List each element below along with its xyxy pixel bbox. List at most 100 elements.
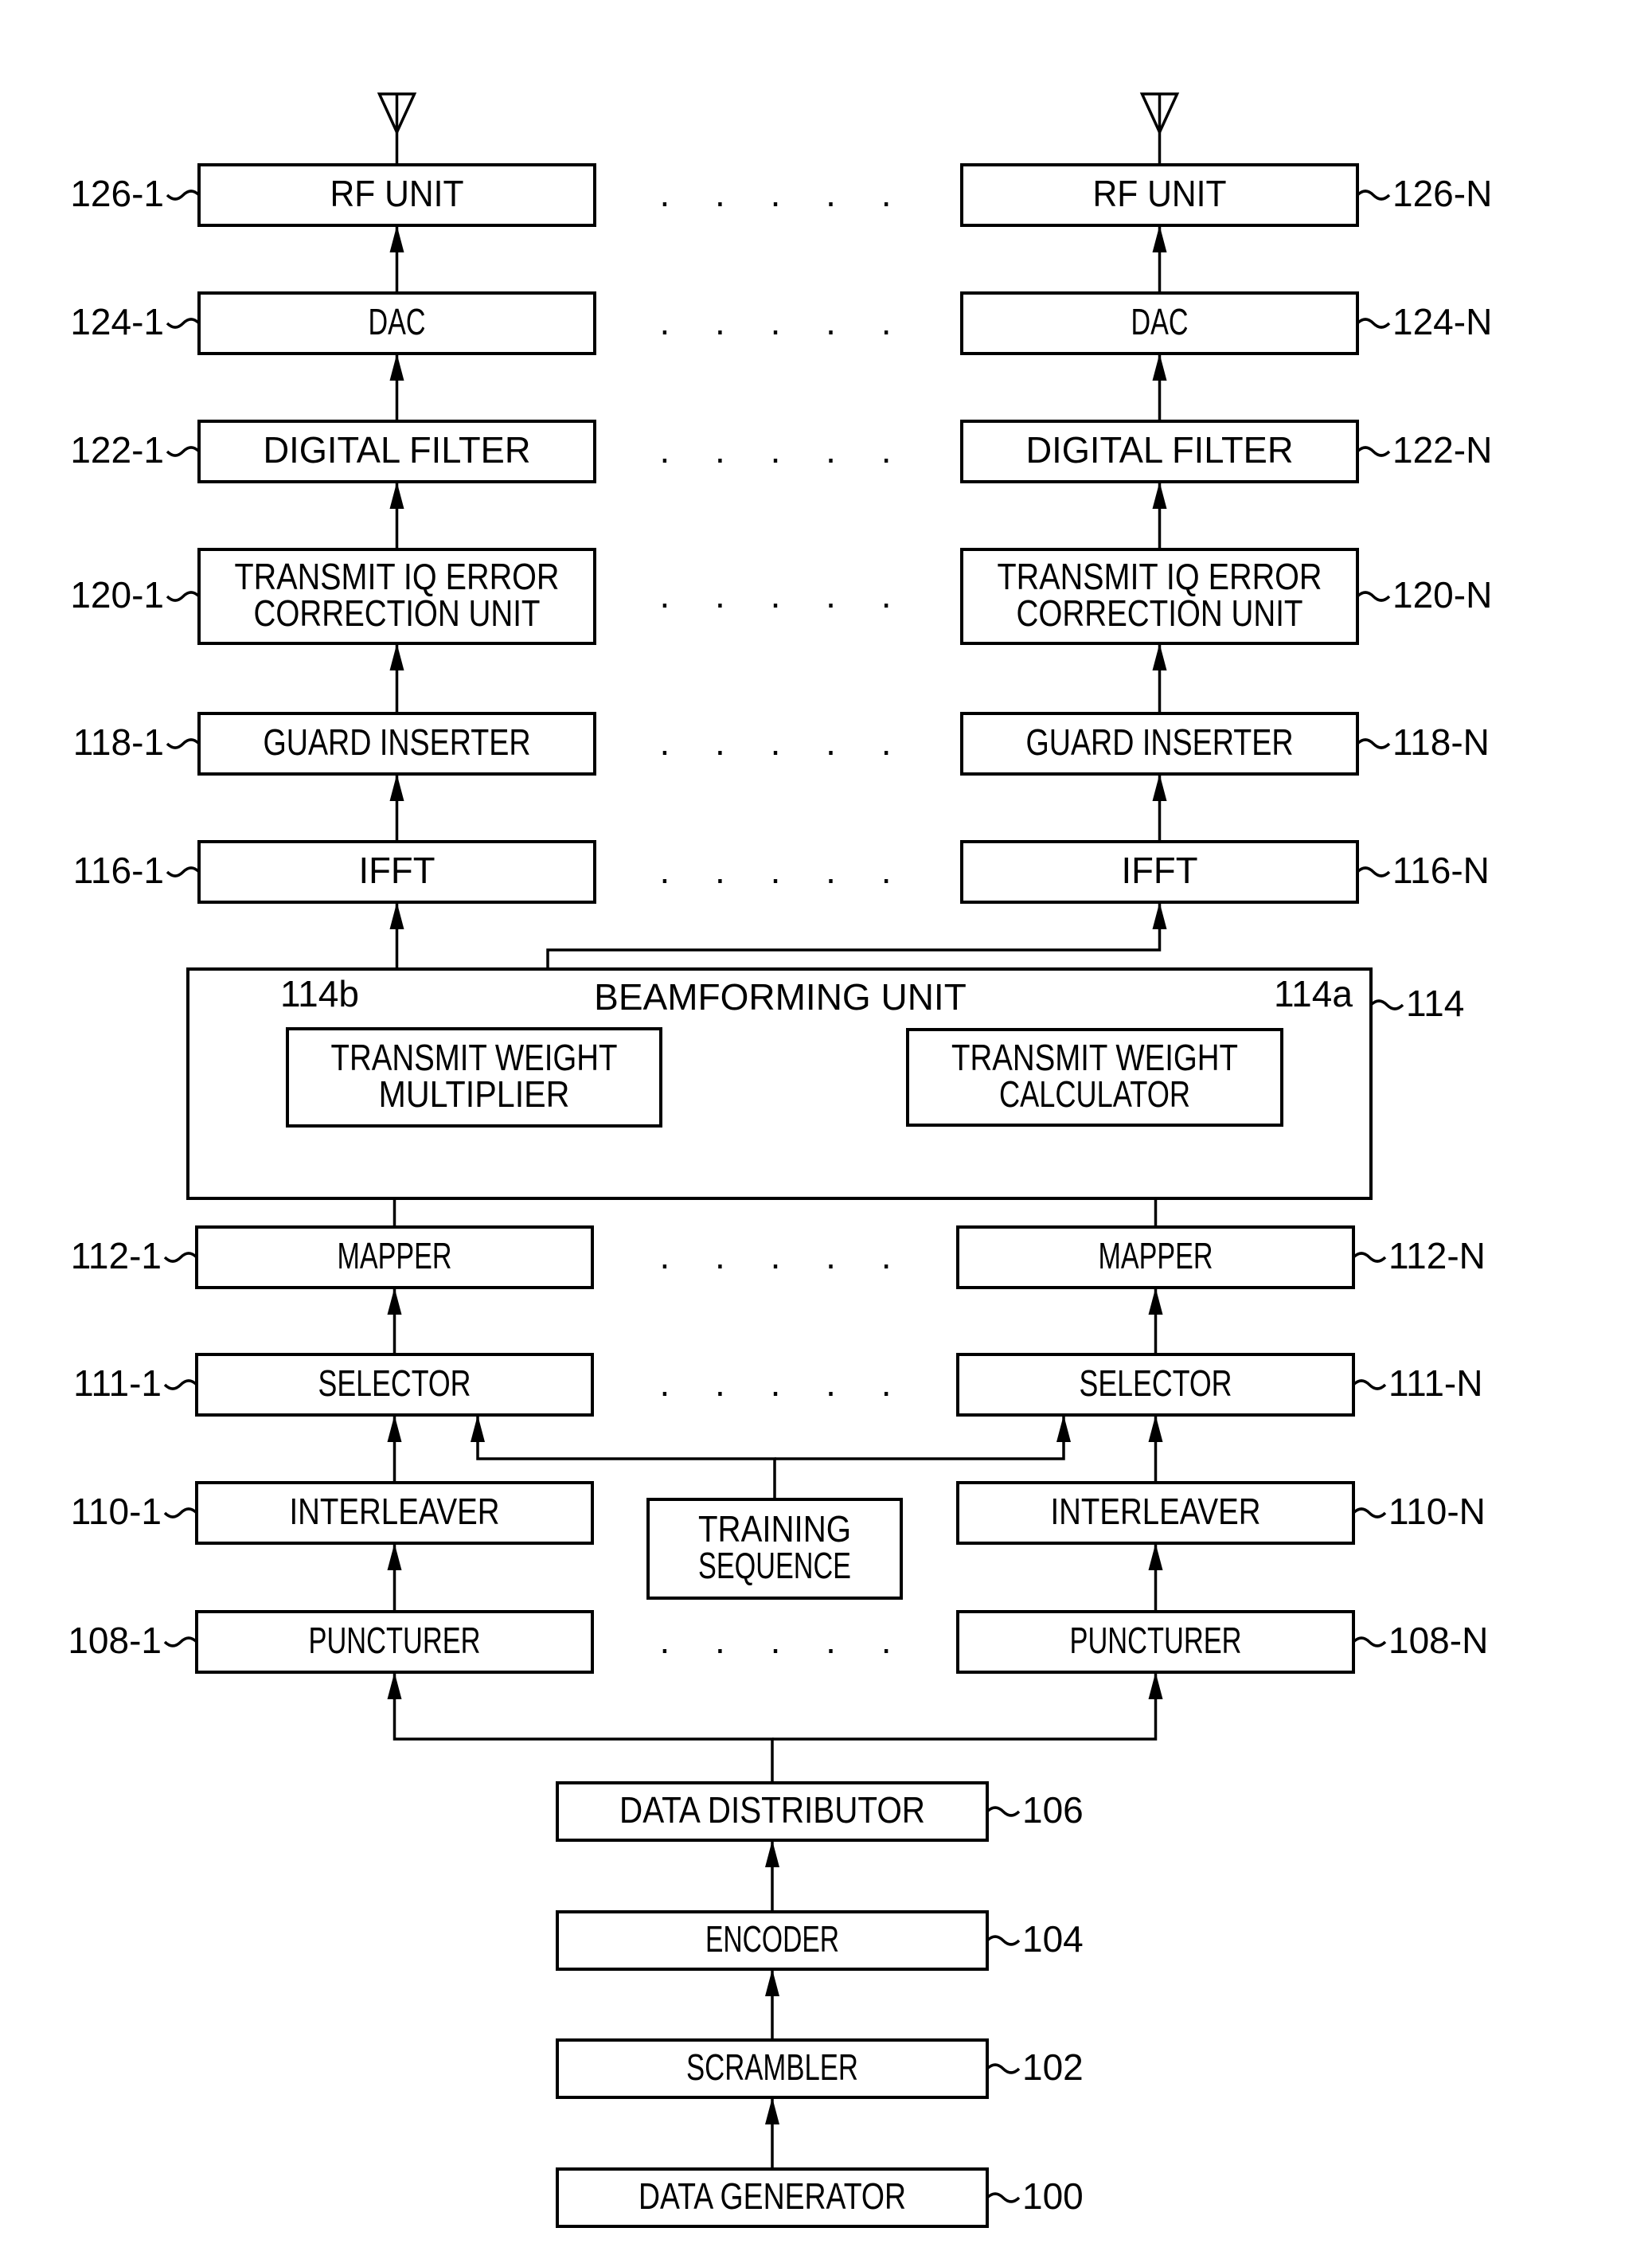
block-training-sequence: TRAININGSEQUENCE [646, 1498, 903, 1600]
leader-tilde [166, 446, 201, 457]
leader-tilde [1356, 190, 1391, 201]
leader-tilde [1352, 1507, 1387, 1518]
arrow-head [389, 643, 404, 670]
block-mapper-n: MAPPER [956, 1225, 1355, 1289]
ellipsis-dots: . . . . . [659, 1362, 908, 1404]
ref-label: 106 [1022, 1789, 1084, 1831]
block-mapper-1: MAPPER [195, 1225, 594, 1289]
block-rf-1-label: RF UNIT [330, 173, 464, 214]
arrow-head [1152, 482, 1167, 509]
ellipsis-dots: . . . . . [659, 301, 908, 342]
ref-label: 110-1 [71, 1491, 162, 1532]
ref-label: 111-N [1388, 1362, 1482, 1404]
block-mapper-1-label: MAPPER [338, 1235, 452, 1276]
block-interleaver-n: INTERLEAVER [956, 1481, 1355, 1545]
arrow-head [1152, 774, 1167, 801]
block-filter-n-label: DIGITAL FILTER [1026, 429, 1294, 471]
arrow-head [1056, 1415, 1071, 1442]
block-guard-n-label: GUARD INSERTER [1026, 721, 1294, 763]
ellipsis-dots: . . . . . [659, 429, 908, 471]
block-distributor-label: DATA DISTRIBUTOR [619, 1789, 925, 1831]
arrow-head [389, 354, 404, 381]
leader-tilde [1369, 999, 1404, 1010]
block-interleaver-1: INTERLEAVER [195, 1481, 594, 1545]
ref-label: 112-N [1388, 1235, 1486, 1276]
block-guard-1-label: GUARD INSERTER [264, 721, 531, 763]
arrow-head [389, 774, 404, 801]
block-rf-n: RF UNIT [960, 163, 1359, 227]
arrow-head [1148, 1543, 1163, 1570]
block-encoder: ENCODER [556, 1910, 989, 1971]
ref-label: 100 [1022, 2175, 1084, 2217]
block-interleaver-n-label: INTERLEAVER [1051, 1491, 1261, 1532]
block-distributor: DATA DISTRIBUTOR [556, 1781, 989, 1842]
ref-label: 124-N [1392, 301, 1492, 342]
wire [775, 1415, 1065, 1460]
transmitter-diagram: RF UNIT RF UNIT 126-1 126-N . . . . . DAC DAC 1… [68, 92, 1492, 2228]
ref-label-114b: 114b [280, 973, 359, 1014]
block-transmit-weight-calculator: TRANSMIT WEIGHTCALCULATOR [906, 1028, 1283, 1127]
block-dac-1-label: DAC [369, 301, 426, 342]
ellipsis-dots: . . . . . [659, 1620, 908, 1661]
ref-label: 122-N [1392, 429, 1492, 471]
leader-tilde [163, 1507, 198, 1518]
ref-label: 102 [1022, 2046, 1084, 2088]
wire [392, 1672, 774, 1783]
ref-label: 108-1 [68, 1620, 162, 1661]
block-transmit-weight-calculator-label: TRANSMIT WEIGHT [951, 1037, 1238, 1078]
block-rf-n-label: RF UNIT [1093, 173, 1227, 214]
ref-label: 112-1 [71, 1235, 162, 1276]
arrow-head [471, 1415, 485, 1442]
block-scrambler-label: SCRAMBLER [686, 2046, 858, 2088]
arrow-head [387, 1672, 402, 1699]
ellipsis-dots: . . . . . [659, 721, 908, 763]
arrow-head [765, 2097, 779, 2124]
block-selector-n-label: SELECTOR [1080, 1362, 1232, 1404]
block-dac-1: DAC [197, 291, 596, 355]
block-iq-n-label: TRANSMIT IQ ERROR [998, 556, 1322, 597]
block-iq-1-label: TRANSMIT IQ ERROR [235, 556, 560, 597]
block-ifft-1: IFFT [197, 840, 596, 904]
block-ifft-1-label: IFFT [359, 850, 435, 891]
arrow-head [1148, 1288, 1163, 1315]
block-filter-1-label: DIGITAL FILTER [264, 429, 531, 471]
leader-tilde [1356, 591, 1391, 602]
block-scrambler: SCRAMBLER [556, 2038, 989, 2099]
block-selector-1-label: SELECTOR [318, 1362, 471, 1404]
arrow-head [389, 482, 404, 509]
leader-tilde [166, 190, 201, 201]
ref-label: 118-1 [73, 721, 164, 763]
leader-tilde [163, 1252, 198, 1263]
block-generator: DATA GENERATOR [556, 2167, 989, 2228]
ref-label: 110-N [1388, 1491, 1486, 1532]
block-puncturer-1-label: PUNCTURER [309, 1620, 481, 1661]
block-transmit-weight-multiplier-label: TRANSMIT WEIGHT [331, 1037, 618, 1078]
ellipsis-dots: . . . . . [659, 574, 908, 616]
ref-label: 118-N [1392, 721, 1490, 763]
leader-tilde [166, 738, 201, 749]
block-guard-1: GUARD INSERTER [197, 712, 596, 776]
leader-tilde [986, 1935, 1021, 1946]
block-ifft-n-label: IFFT [1122, 850, 1198, 891]
leader-tilde [1352, 1252, 1387, 1263]
block-selector-n: SELECTOR [956, 1353, 1355, 1417]
block-guard-n: GUARD INSERTER [960, 712, 1359, 776]
block-training-sequence-label: SEQUENCE [698, 1545, 851, 1586]
arrow-head [1148, 1672, 1163, 1699]
leader-tilde [986, 1806, 1021, 1817]
ref-label: 126-1 [70, 173, 164, 214]
block-encoder-label: ENCODER [705, 1918, 839, 1960]
block-iq-n-label: CORRECTION UNIT [1017, 592, 1303, 634]
ellipsis-dots: . . . . . [659, 173, 908, 214]
ref-label: 120-1 [70, 574, 164, 616]
leader-tilde [166, 318, 201, 329]
leader-tilde [166, 591, 201, 602]
ref-label-114a: 114a [1274, 973, 1353, 1014]
block-iq-1-label: CORRECTION UNIT [254, 592, 541, 634]
arrow-head [1152, 354, 1167, 381]
leader-tilde [986, 2063, 1021, 2074]
ellipsis-dots: . . . . . [659, 850, 908, 891]
beamforming-unit-label: BEAMFORMING UNIT [594, 976, 967, 1018]
arrow-head [765, 1969, 779, 1996]
ref-label: 111-1 [73, 1362, 162, 1404]
